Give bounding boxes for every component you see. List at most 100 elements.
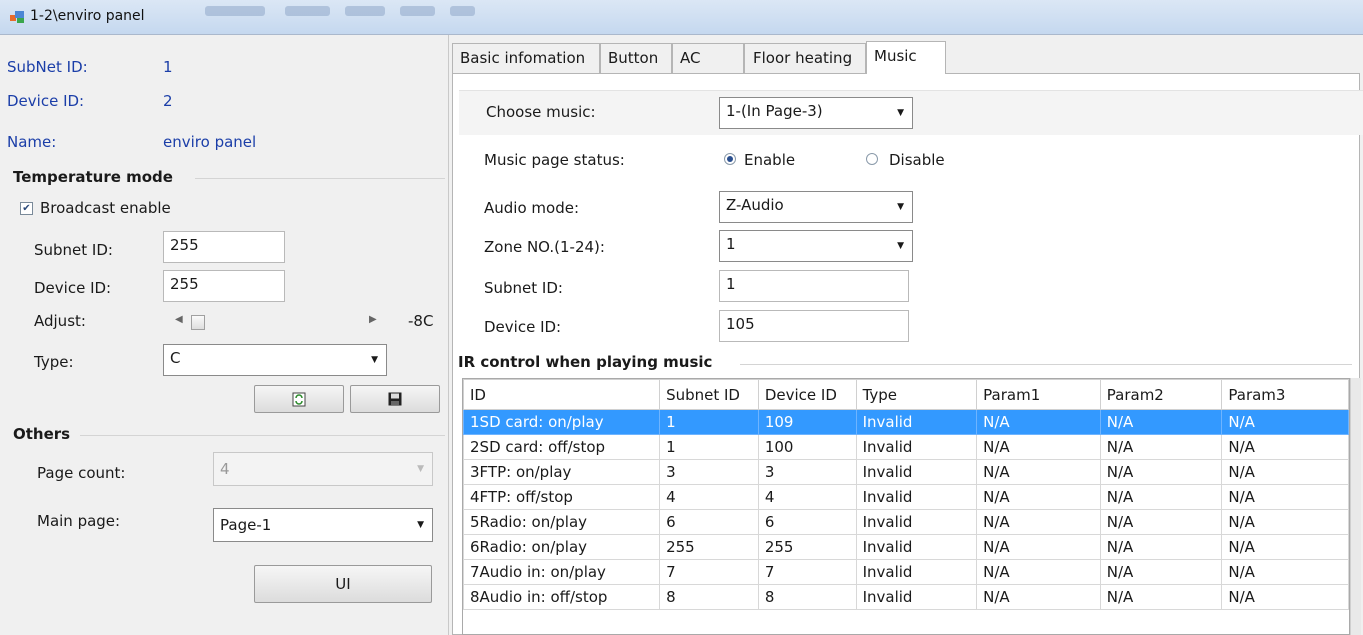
enable-radio[interactable] — [724, 153, 736, 165]
table-cell[interactable]: 5Radio: on/play — [463, 509, 661, 535]
table-cell[interactable]: 2SD card: off/stop — [463, 434, 661, 460]
music-subnet-id-input[interactable]: 1 — [719, 270, 909, 302]
table-cell[interactable]: N/A — [1221, 434, 1349, 460]
table-cell[interactable]: Invalid — [855, 484, 978, 510]
table-row[interactable]: 3FTP: on/play 3 3 Invalid N/A N/A N/A — [463, 459, 1349, 485]
table-cell[interactable]: N/A — [1099, 484, 1223, 510]
table-row[interactable]: 7Audio in: on/play 7 7 Invalid N/A N/A N/A — [463, 559, 1349, 585]
table-cell[interactable]: 6 — [757, 509, 857, 535]
table-cell[interactable]: 1 — [659, 434, 759, 460]
ui-button[interactable]: UI — [254, 565, 432, 603]
table-row[interactable]: 4FTP: off/stop 4 4 Invalid N/A N/A N/A — [463, 484, 1349, 510]
table-cell[interactable]: N/A — [1221, 459, 1349, 485]
table-cell[interactable]: N/A — [1099, 459, 1223, 485]
table-scrollbar[interactable] — [1350, 378, 1361, 635]
tab-basic-information[interactable]: Basic infomation — [452, 43, 600, 73]
column-header[interactable]: Subnet ID — [659, 379, 759, 410]
broadcast-enable-checkbox[interactable]: ✔ — [20, 202, 33, 215]
disable-radio[interactable] — [866, 153, 878, 165]
table-cell[interactable]: N/A — [1221, 559, 1349, 585]
column-header[interactable]: Type — [855, 379, 978, 410]
table-cell[interactable]: Invalid — [855, 459, 978, 485]
music-device-id-input[interactable]: 105 — [719, 310, 909, 342]
table-cell[interactable]: N/A — [976, 584, 1101, 610]
table-cell[interactable]: 3 — [659, 459, 759, 485]
table-cell[interactable]: 255 — [659, 534, 759, 560]
table-cell[interactable]: 4 — [659, 484, 759, 510]
table-cell[interactable]: N/A — [976, 434, 1101, 460]
slider-left-arrow-icon[interactable]: ◀ — [175, 314, 183, 325]
table-cell[interactable]: N/A — [1221, 584, 1349, 610]
table-cell[interactable]: N/A — [976, 534, 1101, 560]
table-cell[interactable]: N/A — [1099, 509, 1223, 535]
temp-device-id-label: Device ID: — [34, 279, 112, 297]
table-cell[interactable]: 6 — [659, 509, 759, 535]
table-cell[interactable]: N/A — [976, 484, 1101, 510]
slider-thumb[interactable] — [191, 315, 205, 330]
table-row[interactable]: 2SD card: off/stop 1 100 Invalid N/A N/A N/A — [463, 434, 1349, 460]
table-cell[interactable]: 7Audio in: on/play — [463, 559, 661, 585]
table-row[interactable]: 6Radio: on/play 255 255 Invalid N/A N/A N/A — [463, 534, 1349, 560]
table-cell[interactable]: 6Radio: on/play — [463, 534, 661, 560]
table-cell[interactable]: N/A — [1099, 409, 1223, 435]
table-cell[interactable]: N/A — [1221, 484, 1349, 510]
table-cell[interactable]: Invalid — [855, 559, 978, 585]
table-cell[interactable]: 4 — [757, 484, 857, 510]
table-cell[interactable]: N/A — [976, 409, 1101, 435]
table-cell[interactable]: Invalid — [855, 584, 978, 610]
type-dropdown[interactable]: C ▼ — [163, 344, 387, 376]
table-cell[interactable]: 1 — [659, 409, 759, 435]
column-header[interactable]: Param1 — [976, 379, 1101, 410]
column-header[interactable]: Device ID — [757, 379, 857, 410]
table-cell[interactable]: 100 — [757, 434, 857, 460]
column-header[interactable]: Param3 — [1221, 379, 1349, 410]
table-cell[interactable]: 8Audio in: off/stop — [463, 584, 661, 610]
audio-mode-dropdown[interactable]: Z-Audio ▼ — [719, 191, 913, 223]
table-cell[interactable]: Invalid — [855, 509, 978, 535]
table-cell[interactable]: 8 — [659, 584, 759, 610]
save-button[interactable] — [350, 385, 440, 413]
table-row[interactable]: 5Radio: on/play 6 6 Invalid N/A N/A N/A — [463, 509, 1349, 535]
zone-number-dropdown[interactable]: 1 ▼ — [719, 230, 913, 262]
table-cell[interactable]: 3 — [757, 459, 857, 485]
table-cell[interactable]: N/A — [976, 559, 1101, 585]
table-cell[interactable]: Invalid — [855, 434, 978, 460]
table-cell[interactable]: 7 — [659, 559, 759, 585]
table-cell[interactable]: N/A — [976, 509, 1101, 535]
table-cell[interactable]: N/A — [1099, 534, 1223, 560]
table-cell[interactable]: N/A — [1221, 409, 1349, 435]
column-header[interactable]: ID — [463, 379, 661, 410]
choose-music-dropdown[interactable]: 1-(In Page-3) ▼ — [719, 97, 913, 129]
ir-control-title: IR control when playing music — [458, 353, 713, 371]
table-cell[interactable]: 8 — [757, 584, 857, 610]
table-cell[interactable]: 109 — [757, 409, 857, 435]
column-header[interactable]: Param2 — [1099, 379, 1223, 410]
table-cell[interactable]: N/A — [976, 459, 1101, 485]
tab-floor-heating[interactable]: Floor heating — [744, 43, 866, 73]
chevron-down-icon: ▼ — [897, 241, 904, 251]
table-cell[interactable]: 255 — [757, 534, 857, 560]
temp-subnet-id-input[interactable]: 255 — [163, 231, 285, 263]
table-cell[interactable]: 1SD card: on/play — [463, 409, 661, 435]
tab-ac[interactable]: AC — [672, 43, 744, 73]
main-page-dropdown[interactable]: Page-1 ▼ — [213, 508, 433, 542]
table-cell[interactable]: 7 — [757, 559, 857, 585]
temp-device-id-input[interactable]: 255 — [163, 270, 285, 302]
table-cell[interactable]: N/A — [1099, 584, 1223, 610]
table-cell[interactable]: 3FTP: on/play — [463, 459, 661, 485]
music-device-id-label: Device ID: — [484, 318, 562, 336]
table-cell[interactable]: N/A — [1221, 534, 1349, 560]
tab-music[interactable]: Music — [866, 41, 946, 74]
table-cell[interactable]: N/A — [1221, 509, 1349, 535]
table-row[interactable]: 8Audio in: off/stop 8 8 Invalid N/A N/A N/A — [463, 584, 1349, 610]
tab-button[interactable]: Button — [600, 43, 672, 73]
refresh-button[interactable] — [254, 385, 344, 413]
table-row[interactable]: 1SD card: on/play 1 109 Invalid N/A N/A N/A — [463, 409, 1349, 435]
table-cell[interactable]: Invalid — [855, 534, 978, 560]
table-cell[interactable]: N/A — [1099, 434, 1223, 460]
table-cell[interactable]: N/A — [1099, 559, 1223, 585]
table-cell[interactable]: Invalid — [855, 409, 978, 435]
adjust-slider[interactable]: ◀ ▶ — [163, 314, 385, 331]
slider-right-arrow-icon[interactable]: ▶ — [369, 314, 377, 325]
table-cell[interactable]: 4FTP: off/stop — [463, 484, 661, 510]
